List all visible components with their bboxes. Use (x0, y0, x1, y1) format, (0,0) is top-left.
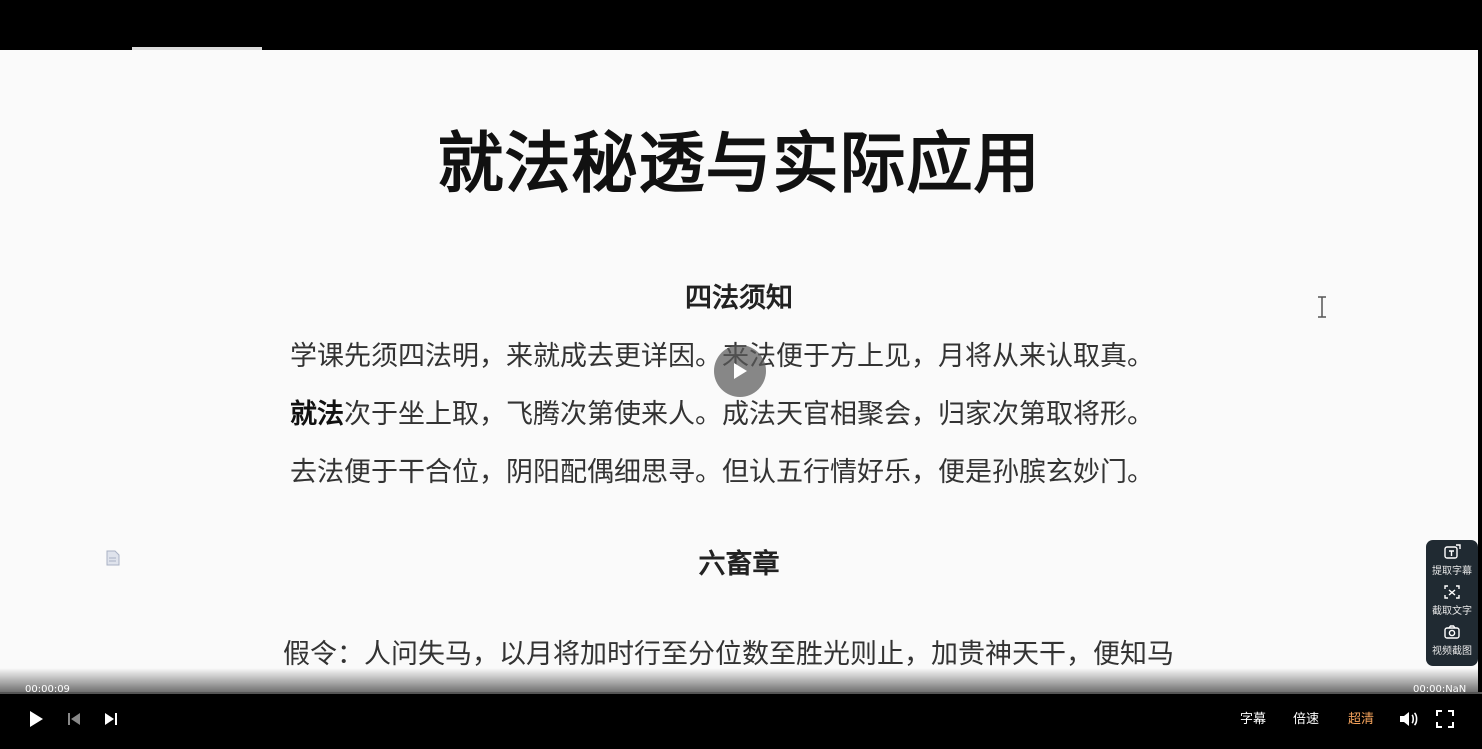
prose-line-1: 假令：人问失马，以月将加时行至分位数至胜光则止，加贵神天干，便知马 (283, 639, 1174, 670)
subtitles-button[interactable]: 字幕 (1240, 708, 1266, 727)
fullscreen-icon (1436, 710, 1454, 728)
side-tools-panel: 提取字幕 截取文字 视频截图 (1426, 540, 1478, 666)
capture-text-icon (1444, 584, 1460, 599)
fullscreen-button[interactable] (1435, 709, 1455, 729)
play-icon (30, 711, 43, 727)
play-button[interactable] (27, 709, 45, 729)
video-frame[interactable]: 就法秘透与实际应用 四法须知 学课先须四法明，来就成去更详因。来法便于方上见，月… (0, 50, 1478, 692)
volume-icon (1400, 712, 1418, 726)
quality-button[interactable]: 超清 (1348, 708, 1374, 727)
previous-button[interactable] (65, 711, 83, 727)
extract-subtitles-icon (1444, 543, 1461, 559)
capture-text-button[interactable]: 截取文字 (1426, 580, 1478, 620)
video-screenshot-label: 视频截图 (1432, 645, 1472, 657)
camera-icon (1444, 624, 1460, 639)
document-title: 就法秘透与实际应用 (437, 125, 1041, 202)
section-heading-four-methods: 四法须知 (685, 283, 793, 314)
capture-text-label: 截取文字 (1432, 605, 1472, 617)
center-play-button[interactable] (714, 345, 766, 397)
poem-line-2-bold: 就法 (290, 399, 344, 430)
section-heading-livestock: 六畜章 (698, 549, 780, 580)
extract-subtitles-label: 提取字幕 (1432, 565, 1472, 577)
top-black-bar (0, 0, 1482, 50)
player-control-bar: 字幕 倍速 超清 (0, 694, 1482, 749)
poem-line-2-rest: 次于坐上取，飞腾次第使来人。成法天官相聚会，归家次第取将形。 (344, 399, 1154, 430)
bottom-gradient (0, 668, 1478, 692)
text-cursor-icon (1316, 296, 1328, 318)
poem-line-3: 去法便于干合位，阴阳配偶细思寻。但认五行情好乐，便是孙膑玄妙门。 (290, 457, 1154, 488)
play-icon (734, 363, 747, 379)
poem-line-2: 就法次于坐上取，飞腾次第使来人。成法天官相聚会，归家次第取将形。 (290, 392, 1154, 431)
video-screenshot-button[interactable]: 视频截图 (1426, 620, 1478, 660)
playback-speed-button[interactable]: 倍速 (1293, 708, 1319, 727)
skip-previous-icon (68, 713, 80, 725)
skip-next-icon (105, 713, 117, 725)
extract-subtitles-button[interactable]: 提取字幕 (1426, 540, 1478, 580)
frame-edge (1478, 50, 1482, 692)
next-button[interactable] (102, 711, 120, 727)
volume-button[interactable] (1397, 709, 1419, 729)
